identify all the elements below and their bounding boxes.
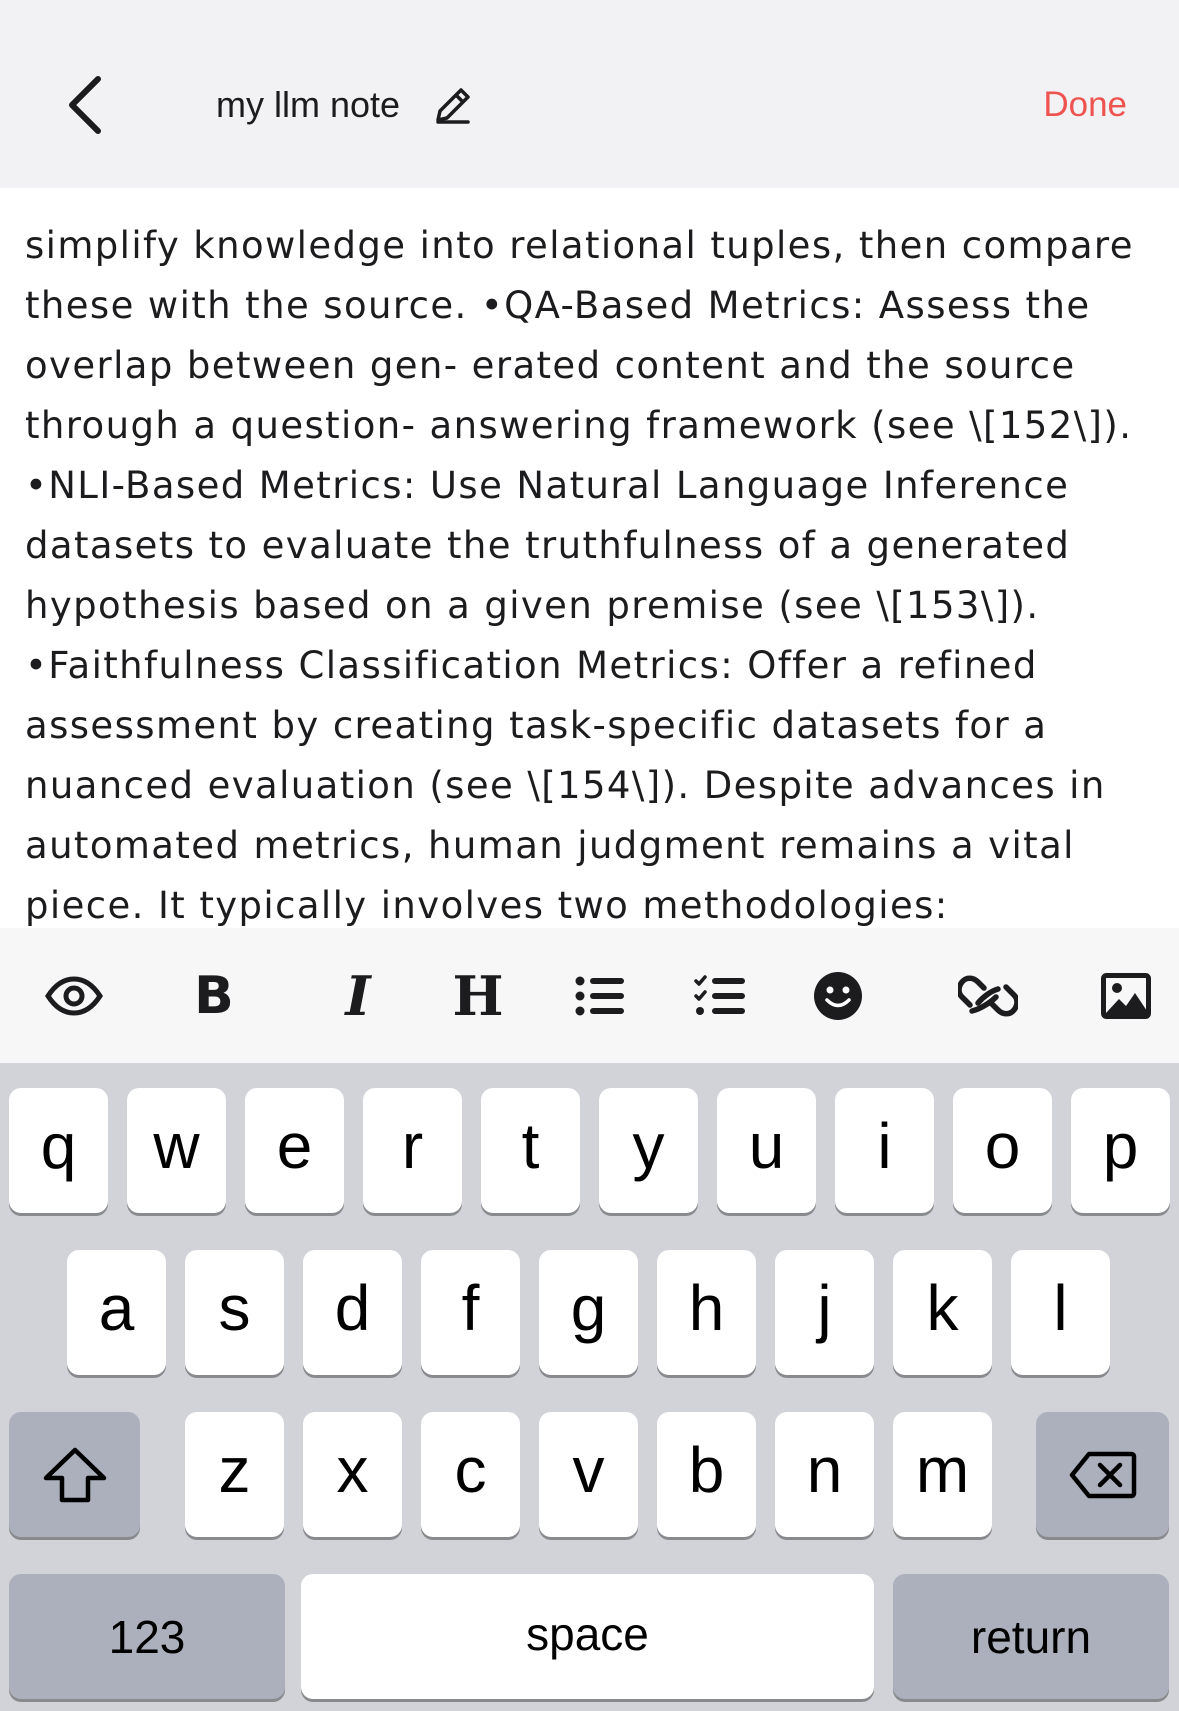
return-key[interactable]: return	[893, 1574, 1169, 1699]
key-m[interactable]: m	[893, 1412, 992, 1537]
note-editor[interactable]: simplify knowledge into relational tuple…	[0, 188, 1179, 928]
key-h[interactable]: h	[657, 1250, 756, 1375]
back-button[interactable]	[55, 70, 115, 140]
checklist-icon	[694, 975, 745, 1015]
note-text[interactable]: simplify knowledge into relational tuple…	[25, 216, 1165, 928]
bold-icon: B	[194, 966, 234, 1026]
key-c[interactable]: c	[421, 1412, 520, 1537]
key-p[interactable]: p	[1071, 1088, 1170, 1213]
eye-icon	[45, 976, 103, 1016]
link-icon	[958, 975, 1018, 1017]
key-a[interactable]: a	[67, 1250, 166, 1375]
key-v[interactable]: v	[539, 1412, 638, 1537]
key-d[interactable]: d	[303, 1250, 402, 1375]
heading-icon: H	[452, 964, 504, 1028]
space-key[interactable]: space	[301, 1574, 874, 1699]
heading-button[interactable]: H	[440, 958, 516, 1034]
link-button[interactable]	[950, 958, 1026, 1034]
key-b[interactable]: b	[657, 1412, 756, 1537]
preview-button[interactable]	[36, 958, 112, 1034]
key-r[interactable]: r	[363, 1088, 462, 1213]
italic-icon: I	[345, 964, 371, 1028]
key-g[interactable]: g	[539, 1250, 638, 1375]
key-j[interactable]: j	[775, 1250, 874, 1375]
emoji-button[interactable]	[800, 958, 876, 1034]
edit-title-button[interactable]	[428, 80, 478, 130]
key-y[interactable]: y	[599, 1088, 698, 1213]
key-w[interactable]: w	[127, 1088, 226, 1213]
emoji-icon	[814, 972, 862, 1020]
key-s[interactable]: s	[185, 1250, 284, 1375]
key-t[interactable]: t	[481, 1088, 580, 1213]
key-q[interactable]: q	[9, 1088, 108, 1213]
key-z[interactable]: z	[185, 1412, 284, 1537]
chevron-left-icon	[69, 76, 101, 134]
key-n[interactable]: n	[775, 1412, 874, 1537]
note-title: my llm note	[216, 84, 401, 125]
key-l[interactable]: l	[1011, 1250, 1110, 1375]
key-u[interactable]: u	[717, 1088, 816, 1213]
delete-key[interactable]	[1036, 1412, 1169, 1537]
bold-button[interactable]: B	[176, 958, 252, 1034]
delete-icon	[1069, 1451, 1136, 1498]
bullet-list-button[interactable]	[562, 958, 638, 1034]
on-screen-keyboard: qwertyuiop asdfghjkl zxcvbnm 123 space r…	[0, 1063, 1179, 1711]
italic-button[interactable]: I	[320, 958, 396, 1034]
key-f[interactable]: f	[421, 1250, 520, 1375]
shift-icon	[43, 1447, 106, 1502]
done-button[interactable]: Done	[1043, 78, 1127, 132]
key-e[interactable]: e	[245, 1088, 344, 1213]
key-x[interactable]: x	[303, 1412, 402, 1537]
pencil-icon	[436, 88, 470, 124]
formatting-toolbar: B I H	[0, 928, 1179, 1063]
key-k[interactable]: k	[893, 1250, 992, 1375]
key-i[interactable]: i	[835, 1088, 934, 1213]
image-icon	[1101, 973, 1151, 1019]
checklist-button[interactable]	[682, 958, 758, 1034]
shift-key[interactable]	[9, 1412, 140, 1537]
note-editor-screen: my llm note Done simplify knowledge into…	[0, 0, 1179, 1711]
image-button[interactable]	[1088, 958, 1164, 1034]
numbers-key[interactable]: 123	[9, 1574, 285, 1699]
header-bar: my llm note Done	[0, 0, 1179, 188]
bullet-list-icon	[575, 976, 624, 1016]
key-o[interactable]: o	[953, 1088, 1052, 1213]
